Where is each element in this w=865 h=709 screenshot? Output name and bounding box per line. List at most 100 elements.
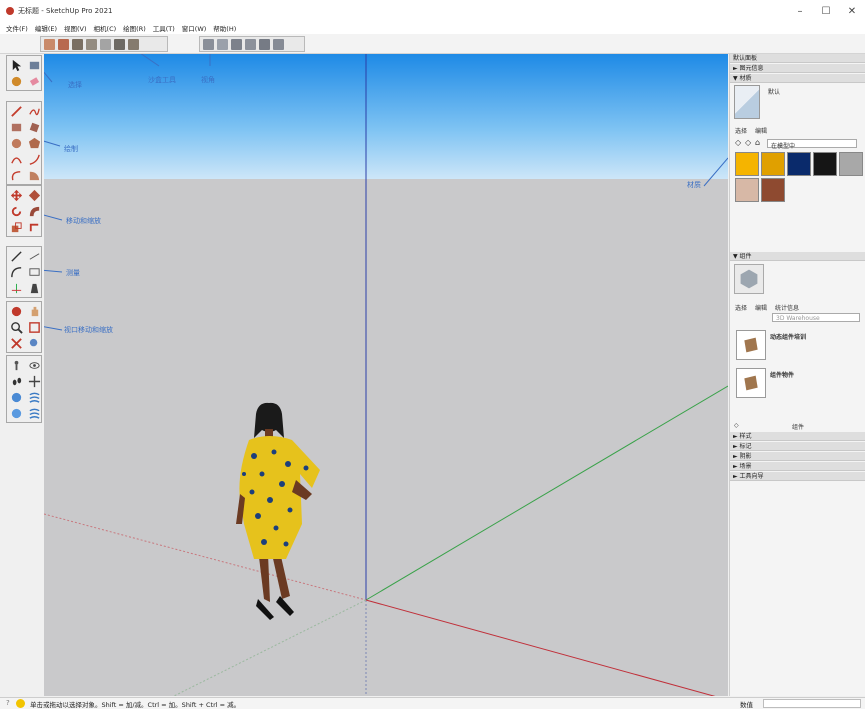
pie-icon[interactable]	[27, 168, 41, 182]
polygon-icon[interactable]	[27, 136, 41, 150]
back-view-icon[interactable]	[259, 38, 270, 50]
material-library-select[interactable]: 在模型中	[767, 139, 857, 150]
entity-info-header[interactable]: ► 图元信息	[730, 64, 865, 73]
component-item-objects[interactable]	[736, 368, 766, 398]
maximize-button[interactable]: ☐	[813, 0, 839, 22]
tray-title[interactable]: 默认面板	[730, 54, 865, 63]
circle-icon[interactable]	[9, 136, 23, 150]
sandbox-from-contours-icon[interactable]	[44, 38, 55, 50]
home-icon[interactable]: ⌂	[755, 138, 760, 147]
select-arrow-icon[interactable]	[9, 58, 23, 72]
materials-tab-edit[interactable]: 编辑	[755, 126, 767, 135]
sandbox-from-scratch-icon[interactable]	[58, 38, 69, 50]
component-dynamic-name[interactable]: 动态组件培训	[770, 332, 806, 341]
stamp-icon[interactable]	[86, 38, 97, 50]
pan-icon[interactable]	[27, 304, 41, 318]
text-icon[interactable]	[27, 265, 41, 279]
offset-icon[interactable]	[27, 220, 41, 234]
front-view-icon[interactable]	[231, 38, 242, 50]
orbit-icon[interactable]	[9, 304, 23, 318]
zoom-window-icon[interactable]	[27, 320, 41, 334]
measurements-input[interactable]	[763, 699, 861, 708]
menu-file[interactable]: 文件(F)	[6, 23, 28, 33]
smoove-icon[interactable]	[72, 38, 83, 50]
menu-camera[interactable]: 相机(C)	[94, 23, 117, 33]
menu-help[interactable]: 帮助(H)	[213, 23, 236, 33]
forward-arrow-icon[interactable]: ◇	[745, 138, 751, 147]
push-pull-icon[interactable]	[27, 188, 41, 202]
iso-view-icon[interactable]	[203, 38, 214, 50]
rectangle-icon[interactable]	[9, 120, 23, 134]
share-model-icon[interactable]	[9, 406, 23, 420]
two-point-arc-icon[interactable]	[27, 152, 41, 166]
zoom-icon[interactable]	[9, 320, 23, 334]
scenes-header[interactable]: ► 场景	[730, 462, 865, 471]
materials-tab-select[interactable]: 选择	[735, 126, 747, 135]
scale-figure[interactable]	[236, 402, 320, 620]
component-icon[interactable]	[27, 58, 41, 72]
rotate-icon[interactable]	[9, 204, 23, 218]
material-swatch-1[interactable]	[735, 152, 759, 176]
components-tab-edit[interactable]: 编辑	[755, 303, 767, 312]
menu-view[interactable]: 视图(V)	[64, 23, 87, 33]
line-pencil-icon[interactable]	[9, 104, 23, 118]
left-view-icon[interactable]	[273, 38, 284, 50]
previous-view-icon[interactable]	[27, 336, 41, 350]
menu-tools[interactable]: 工具(T)	[153, 23, 175, 33]
dimension-icon[interactable]	[27, 249, 41, 263]
instructor-header[interactable]: ► 工具向导	[730, 472, 865, 481]
menu-draw[interactable]: 绘图(R)	[123, 23, 146, 33]
arc-icon[interactable]	[9, 152, 23, 166]
component-footer-icon[interactable]: ◇	[734, 422, 739, 429]
scale-icon[interactable]	[9, 220, 23, 234]
material-swatch-6[interactable]	[735, 178, 759, 202]
three-point-arc-icon[interactable]	[9, 168, 23, 182]
components-header[interactable]: ▼ 组件	[730, 252, 865, 261]
components-tab-stats[interactable]: 统计信息	[775, 303, 799, 312]
rotated-rectangle-icon[interactable]	[27, 120, 41, 134]
materials-header[interactable]: ▼ 材质	[730, 74, 865, 83]
top-view-icon[interactable]	[217, 38, 228, 50]
extension-warehouse-icon[interactable]	[27, 390, 41, 404]
follow-me-icon[interactable]	[27, 204, 41, 218]
minimize-button[interactable]: –	[787, 0, 813, 22]
look-around-icon[interactable]	[27, 358, 41, 372]
close-button[interactable]: ✕	[839, 0, 865, 22]
warehouse-search-input[interactable]: 3D Warehouse	[772, 313, 860, 322]
protractor-icon[interactable]	[9, 265, 23, 279]
3d-text-icon[interactable]	[27, 281, 41, 295]
menu-edit[interactable]: 编辑(E)	[35, 23, 57, 33]
zoom-extents-icon[interactable]	[9, 336, 23, 350]
right-view-icon[interactable]	[245, 38, 256, 50]
menu-window[interactable]: 窗口(W)	[182, 23, 207, 33]
info-icon[interactable]	[16, 699, 25, 708]
styles-header[interactable]: ► 样式	[730, 432, 865, 441]
section-plane-icon[interactable]	[27, 374, 41, 388]
position-camera-icon[interactable]	[9, 358, 23, 372]
drape-icon[interactable]	[100, 38, 111, 50]
move-icon[interactable]	[9, 188, 23, 202]
warehouse-icon[interactable]	[9, 390, 23, 404]
material-swatch-3[interactable]	[787, 152, 811, 176]
tags-header[interactable]: ► 标记	[730, 442, 865, 451]
tape-measure-icon[interactable]	[9, 249, 23, 263]
extension-manager-icon[interactable]	[27, 406, 41, 420]
material-swatch-4[interactable]	[813, 152, 837, 176]
modeling-viewport[interactable]: 选择 沙盒工具 视角 绘制 移动和缩放 测量 视口移动和缩放 材质	[44, 54, 728, 696]
material-swatch-2[interactable]	[761, 152, 785, 176]
components-tab-select[interactable]: 选择	[735, 303, 747, 312]
component-item-dynamic[interactable]	[736, 330, 766, 360]
shadows-header[interactable]: ► 阴影	[730, 452, 865, 461]
paint-bucket-icon[interactable]	[9, 74, 23, 88]
add-detail-icon[interactable]	[114, 38, 125, 50]
component-objects-name[interactable]: 组件物件	[770, 370, 794, 379]
help-icon[interactable]: ?	[6, 699, 10, 707]
freehand-icon[interactable]	[27, 104, 41, 118]
material-swatch-7[interactable]	[761, 178, 785, 202]
flip-edge-icon[interactable]	[128, 38, 139, 50]
back-arrow-icon[interactable]: ◇	[735, 138, 741, 147]
eraser-icon[interactable]	[27, 74, 41, 88]
axes-icon[interactable]	[9, 281, 23, 295]
material-swatch-5[interactable]	[839, 152, 863, 176]
walk-icon[interactable]	[9, 374, 23, 388]
